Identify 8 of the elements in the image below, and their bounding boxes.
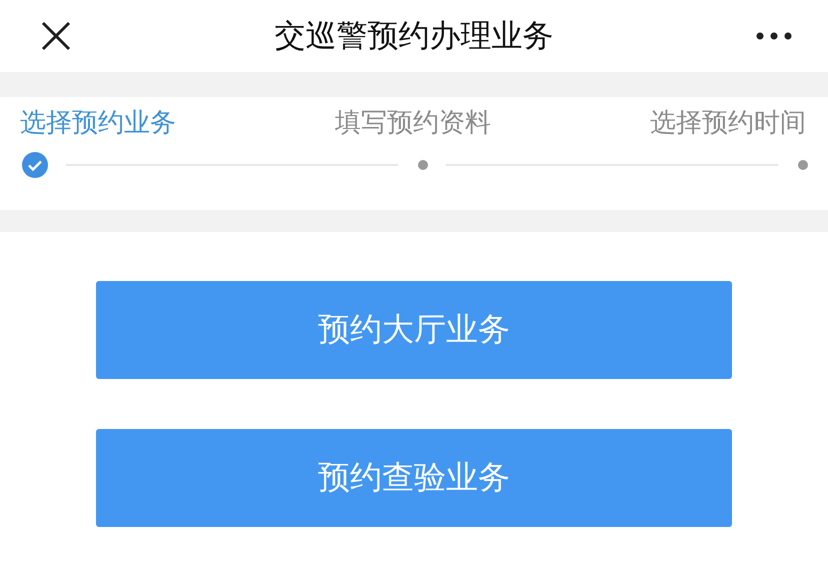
service-button[interactable]: 预约查验业务 — [96, 429, 732, 527]
service-button[interactable]: 预约大厅业务 — [96, 281, 732, 379]
step-label: 填写预约资料 — [335, 107, 491, 140]
step-label: 选择预约时间 — [650, 107, 806, 140]
step-label: 选择预约业务 — [20, 107, 176, 140]
page-title: 交巡警预约办理业务 — [274, 17, 554, 56]
more-icon[interactable] — [756, 32, 792, 40]
close-icon[interactable] — [40, 20, 72, 52]
